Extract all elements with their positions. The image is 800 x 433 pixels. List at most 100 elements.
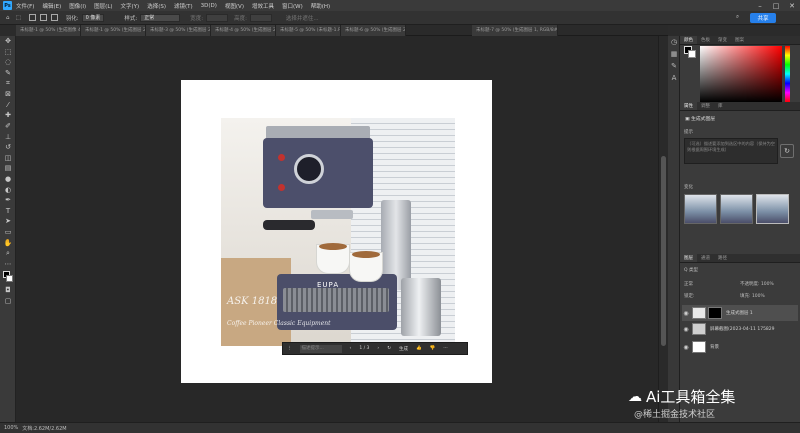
screen-mode-icon[interactable]: ▢ xyxy=(0,296,16,307)
pen-tool-icon[interactable]: ✒ xyxy=(0,195,16,206)
variation-thumb-2[interactable] xyxy=(720,194,753,224)
crop-tool-icon[interactable]: ⌗ xyxy=(0,78,16,89)
tab-libraries[interactable]: 库 xyxy=(714,102,727,110)
menu-3d[interactable]: 3D(D) xyxy=(201,3,217,9)
maximize-icon[interactable]: □ xyxy=(768,0,784,11)
tab-gradients[interactable]: 渐变 xyxy=(714,36,731,44)
layer-row[interactable]: ◉ 背景 xyxy=(682,339,798,355)
tab-swatches[interactable]: 色板 xyxy=(697,36,714,44)
rectangle-tool-icon[interactable]: ▭ xyxy=(0,227,16,238)
zoom-tool-icon[interactable]: ⌕ xyxy=(0,248,16,259)
tab-color[interactable]: 颜色 xyxy=(680,36,697,44)
generate-button[interactable]: 生成 xyxy=(399,346,408,352)
marquee-tool-icon[interactable]: ⬚ xyxy=(16,15,21,21)
more-options-icon[interactable]: ⋯ xyxy=(443,346,448,351)
prompt-textarea[interactable]: （可选）描述要添加到选区中的内容（保持为空则根据周围环境生成） xyxy=(684,138,778,164)
fill-field[interactable]: 填充: 100% xyxy=(740,293,765,299)
tab-doc-2[interactable]: 未标题-1 @ 50% (生成图层 2... xyxy=(81,25,146,36)
swatches-icon[interactable]: ▦ xyxy=(668,48,680,60)
menu-type[interactable]: 文字(Y) xyxy=(121,2,140,10)
eyedropper-icon[interactable]: ⁄ xyxy=(0,100,16,111)
path-select-icon[interactable]: ➤ xyxy=(0,216,16,227)
tab-doc-3[interactable]: 未标题-3 @ 50% (生成图层 2... xyxy=(146,25,211,36)
eraser-icon[interactable]: ◫ xyxy=(0,153,16,164)
background-color[interactable] xyxy=(6,275,13,283)
visibility-eye-icon[interactable]: ◉ xyxy=(682,310,690,317)
move-tool-icon[interactable]: ✥ xyxy=(0,36,16,47)
healing-brush-icon[interactable]: ✚ xyxy=(0,110,16,121)
scrollbar-thumb[interactable] xyxy=(661,156,666,346)
feather-input[interactable]: 0 像素 xyxy=(81,13,105,22)
thumbs-down-icon[interactable]: 👎 xyxy=(430,346,436,351)
visibility-eye-icon[interactable]: ◉ xyxy=(682,344,690,351)
menu-plugins[interactable]: 增效工具 xyxy=(252,2,274,10)
character-icon[interactable]: A xyxy=(668,72,680,84)
visibility-eye-icon[interactable]: ◉ xyxy=(682,326,690,333)
stamp-tool-icon[interactable]: ⊥ xyxy=(0,131,16,142)
hand-tool-icon[interactable]: ✋ xyxy=(0,237,16,248)
tab-doc-1[interactable]: 未标题-1 @ 50% (生成图像 4... xyxy=(16,25,81,36)
quick-mask-icon[interactable]: ◘ xyxy=(0,285,16,296)
menu-window[interactable]: 窗口(W) xyxy=(282,2,303,10)
history-icon[interactable]: ◷ xyxy=(668,36,680,48)
opacity-field[interactable]: 不透明度: 100% xyxy=(740,281,774,287)
menu-edit[interactable]: 编辑(E) xyxy=(42,2,61,10)
thumbs-up-icon[interactable]: 👍 xyxy=(416,346,422,351)
gradient-tool-icon[interactable]: ▤ xyxy=(0,163,16,174)
width-input[interactable] xyxy=(206,13,229,22)
coffee-machine-photo[interactable]: EUPA ASK 1818 Coffee Pioneer Classic Equ… xyxy=(221,118,455,346)
blur-tool-icon[interactable]: ● xyxy=(0,174,16,185)
menu-layer[interactable]: 图层(L) xyxy=(94,2,112,10)
history-brush-icon[interactable]: ↺ xyxy=(0,142,16,153)
type-tool-icon[interactable]: T xyxy=(0,206,16,217)
height-input[interactable] xyxy=(249,13,272,22)
tab-patterns[interactable]: 图案 xyxy=(731,36,748,44)
tab-doc-6[interactable]: 未标题-6 @ 50% (生成图层 2... xyxy=(341,25,406,36)
minimize-icon[interactable]: – xyxy=(752,0,768,11)
tab-doc-4[interactable]: 未标题-4 @ 50% (生成图层 2... xyxy=(211,25,276,36)
vertical-scrollbar[interactable] xyxy=(658,36,668,422)
tab-paths[interactable]: 路径 xyxy=(714,254,731,262)
tab-layers[interactable]: 图层 xyxy=(680,254,697,262)
hue-slider[interactable] xyxy=(785,46,790,102)
add-selection-icon[interactable] xyxy=(39,14,47,21)
tab-adjustments[interactable]: 调整 xyxy=(697,102,714,110)
brush-tool-icon[interactable]: ✐ xyxy=(0,121,16,132)
layer-row[interactable]: ◉ 屏幕截图(2023-04-11 175829 xyxy=(682,321,798,337)
menu-select[interactable]: 选择(S) xyxy=(147,2,166,10)
brush-settings-icon[interactable]: ✎ xyxy=(668,60,680,72)
regenerate-icon[interactable]: ↻ xyxy=(387,346,391,351)
style-select[interactable]: 正常 xyxy=(140,13,181,22)
dodge-tool-icon[interactable]: ◐ xyxy=(0,184,16,195)
menu-image[interactable]: 图像(I) xyxy=(69,2,86,10)
tab-doc-5[interactable]: 未标题-5 @ 50% (未标题-1.RGB)... xyxy=(276,25,341,36)
next-variation-icon[interactable]: › xyxy=(377,346,379,351)
search-icon[interactable]: ⌕ xyxy=(736,14,739,21)
home-icon[interactable]: ⌂ xyxy=(6,15,10,21)
variation-thumb-3[interactable] xyxy=(756,194,789,224)
layer-filter-kind[interactable]: Q 类型 xyxy=(684,267,698,273)
zoom-level[interactable]: 100% xyxy=(4,425,18,431)
color-field[interactable] xyxy=(700,46,782,102)
subtract-selection-icon[interactable] xyxy=(50,14,58,21)
select-and-mask-button[interactable]: 选择并遮住... xyxy=(286,14,319,22)
prompt-input[interactable]: 描述提示... xyxy=(299,344,342,353)
artboard-tool-icon[interactable]: ⬚ xyxy=(0,47,16,58)
quick-select-icon[interactable]: ✎ xyxy=(0,68,16,79)
more-tools-icon[interactable]: ⋯ xyxy=(0,258,16,269)
menu-view[interactable]: 视图(V) xyxy=(225,2,244,10)
tab-doc-7-active[interactable]: 未标题-7 @ 50% (生成图层 1, RGB/8#) xyxy=(472,25,558,36)
tab-channels[interactable]: 通道 xyxy=(697,254,714,262)
blend-mode-select[interactable]: 正常 xyxy=(684,281,693,287)
frame-tool-icon[interactable]: ⊠ xyxy=(0,89,16,100)
tab-properties[interactable]: 属性 xyxy=(680,102,697,110)
menu-file[interactable]: 文件(F) xyxy=(16,2,34,10)
new-selection-icon[interactable] xyxy=(28,14,36,21)
variation-thumb-1[interactable] xyxy=(684,194,717,224)
regenerate-panel-button[interactable]: ↻ xyxy=(780,144,794,158)
menu-help[interactable]: 帮助(H) xyxy=(311,2,330,10)
drag-handle-icon[interactable]: ⋮ xyxy=(287,346,292,351)
prev-variation-icon[interactable]: ‹ xyxy=(350,346,352,351)
panel-background-swatch[interactable] xyxy=(688,50,696,58)
menu-filter[interactable]: 滤镜(T) xyxy=(174,2,193,10)
